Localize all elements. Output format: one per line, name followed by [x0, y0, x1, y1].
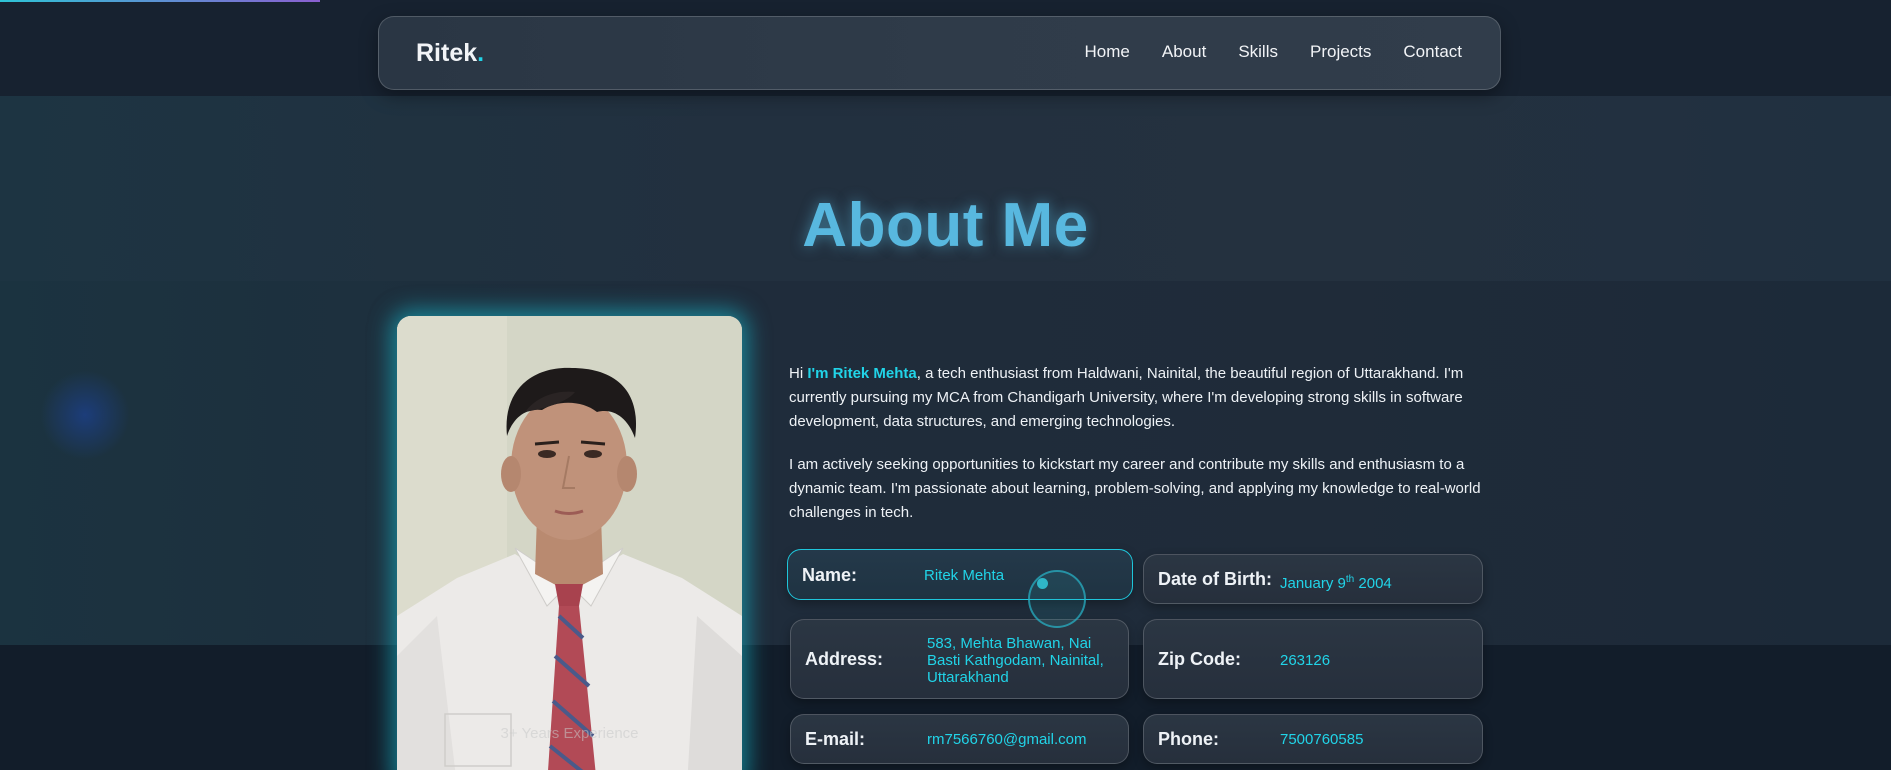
nav-link-contact[interactable]: Contact: [1403, 42, 1462, 62]
bio-paragraph-1: Hi I'm Ritek Mehta, a tech enthusiast fr…: [789, 362, 1489, 434]
zip-label: Zip Code:: [1158, 649, 1241, 669]
name-label: Name:: [802, 565, 858, 585]
brand-name: Ritek: [416, 39, 478, 67]
background-glow: [40, 370, 130, 460]
profile-photo-illustration: [397, 316, 742, 770]
dob-value: January 9th 2004: [1280, 571, 1392, 592]
zip-value: 263126: [1280, 652, 1331, 669]
page: Ritek. Home About Skills Projects Contac…: [0, 0, 1891, 770]
dob-value-day: January 9: [1280, 575, 1346, 592]
nav-link-about[interactable]: About: [1162, 42, 1206, 62]
nav-links: Home About Skills Projects Contact: [1085, 42, 1462, 62]
email-value[interactable]: rm7566760@gmail.com: [927, 731, 1086, 748]
info-card-phone[interactable]: Phone: 7500760585: [1143, 714, 1483, 764]
info-card-email[interactable]: E-mail: rm7566760@gmail.com: [790, 714, 1129, 764]
email-label: E-mail:: [805, 729, 866, 749]
nav-link-projects[interactable]: Projects: [1310, 42, 1371, 62]
experience-caption: 3+ Years Experience: [500, 725, 639, 742]
bio-name-highlight: I'm Ritek Mehta: [807, 365, 917, 382]
dob-value-ordinal: th: [1345, 574, 1355, 585]
custom-cursor-ring: [1028, 570, 1086, 628]
bio-text: Hi I'm Ritek Mehta, a tech enthusiast fr…: [789, 362, 1489, 544]
nav-link-skills[interactable]: Skills: [1238, 42, 1278, 62]
phone-label: Phone:: [1158, 729, 1219, 749]
scroll-progress-bar: [0, 0, 320, 2]
custom-cursor-dot: [1037, 578, 1048, 589]
dob-value-year: 2004: [1354, 575, 1392, 592]
info-card-address[interactable]: Address: 583, Mehta Bhawan, Nai Basti Ka…: [790, 619, 1129, 699]
address-label: Address:: [805, 649, 884, 669]
navbar: Ritek. Home About Skills Projects Contac…: [378, 16, 1501, 90]
dob-label: Date of Birth:: [1158, 569, 1272, 589]
name-value: Ritek Mehta: [924, 567, 1005, 584]
brand-logo[interactable]: Ritek.: [416, 39, 484, 68]
nav-link-home[interactable]: Home: [1085, 42, 1130, 62]
info-card-dob[interactable]: Date of Birth: January 9th 2004: [1143, 554, 1483, 604]
about-title: About Me: [802, 191, 1089, 260]
phone-value[interactable]: 7500760585: [1280, 731, 1363, 748]
info-card-zip[interactable]: Zip Code: 263126: [1143, 619, 1483, 699]
address-value: 583, Mehta Bhawan, Nai Basti Kathgodam, …: [927, 635, 1104, 686]
brand-dot: .: [477, 39, 485, 67]
profile-photo: 3+ Years Experience: [397, 316, 742, 770]
bio-paragraph-2: I am actively seeking opportunities to k…: [789, 456, 1481, 521]
bio-greeting: Hi: [789, 365, 808, 382]
